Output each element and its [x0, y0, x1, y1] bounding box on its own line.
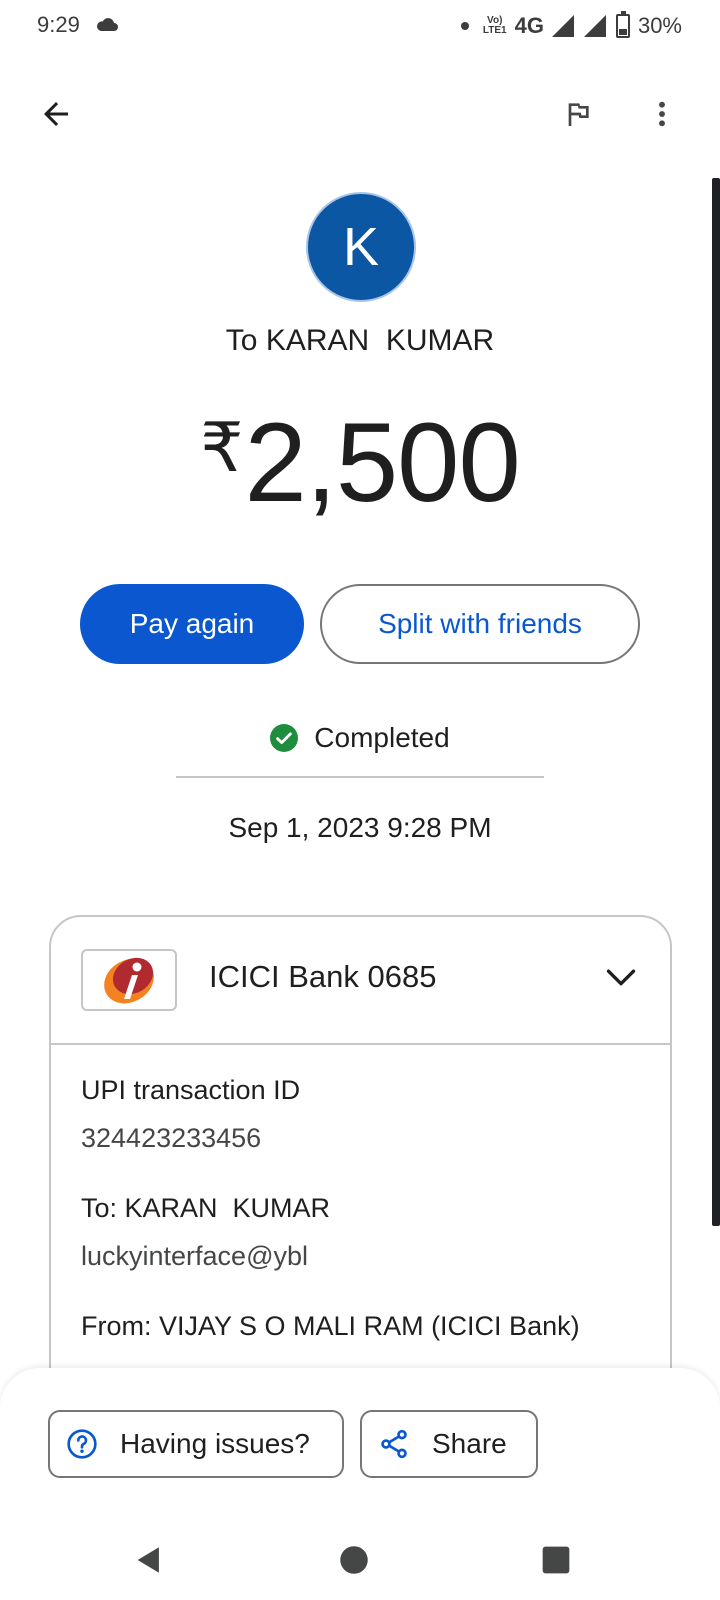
report-button[interactable]	[550, 86, 606, 142]
nav-home-icon	[340, 1546, 368, 1574]
having-issues-label: Having issues?	[120, 1428, 310, 1459]
volte-icon: Vo) LTE1	[482, 15, 507, 36]
nav-back-button[interactable]	[123, 1534, 175, 1586]
bank-account-row[interactable]: ICICI Bank 0685	[51, 917, 670, 1045]
pay-again-button[interactable]: Pay again	[80, 584, 304, 664]
network-type: 4G	[514, 13, 544, 38]
share-icon	[381, 1429, 407, 1459]
icici-logo	[81, 949, 177, 1011]
to-upi-value: luckyinterface@ybl	[81, 1241, 308, 1271]
divider	[176, 776, 544, 778]
status-time: 9:29	[37, 12, 80, 37]
from-label: From: VIJAY S O MALI RAM (ICICI Bank)	[81, 1311, 580, 1341]
upi-id-value: 324423233456	[81, 1123, 262, 1153]
nav-recents-button[interactable]	[530, 1534, 582, 1586]
amount: ₹2,500	[0, 398, 720, 527]
currency-symbol: ₹	[200, 410, 243, 486]
back-button[interactable]	[28, 86, 84, 142]
more-vert-icon	[659, 101, 665, 127]
having-issues-button[interactable]: Having issues?	[48, 1410, 344, 1478]
amount-value: 2,500	[244, 400, 520, 525]
nav-recents-icon	[542, 1546, 570, 1574]
more-options-button[interactable]	[634, 86, 690, 142]
back-arrow-icon	[44, 102, 68, 126]
avatar: K	[306, 192, 416, 302]
share-label: Share	[432, 1428, 507, 1459]
help-icon	[67, 1429, 97, 1459]
icici-logo-icon	[104, 957, 154, 1004]
upi-id-label: UPI transaction ID	[81, 1075, 301, 1105]
notification-dot-icon	[460, 22, 469, 30]
flag-icon	[568, 103, 589, 126]
bank-name: ICICI Bank 0685	[209, 959, 437, 994]
battery-percent: 30%	[637, 13, 682, 38]
signal-icon-2	[583, 15, 606, 37]
nav-home-button[interactable]	[328, 1534, 380, 1586]
expand-button[interactable]	[597, 953, 645, 1001]
status-bar: 9:29 Vo) LTE1 4G 30%	[0, 0, 720, 54]
nav-back-icon	[137, 1547, 159, 1573]
transaction-datetime: Sep 1, 2023 9:28 PM	[228, 812, 492, 843]
split-with-friends-button[interactable]: Split with friends	[320, 584, 640, 664]
check-circle-icon	[270, 724, 299, 752]
battery-icon	[615, 11, 630, 38]
top-app-bar	[0, 80, 720, 152]
system-navigation-bar	[0, 1520, 720, 1600]
transaction-status: Completed	[0, 722, 720, 754]
share-button[interactable]: Share	[360, 1410, 538, 1478]
cloud-icon	[97, 18, 118, 31]
status-label: Completed	[314, 722, 450, 753]
chevron-down-icon	[606, 969, 636, 986]
status-indicators: Vo) LTE1 4G 30%	[460, 11, 682, 40]
signal-icon	[551, 15, 574, 37]
recipient-title: To KARAN KUMAR	[225, 324, 495, 357]
to-label: To: KARAN KUMAR	[81, 1193, 331, 1223]
